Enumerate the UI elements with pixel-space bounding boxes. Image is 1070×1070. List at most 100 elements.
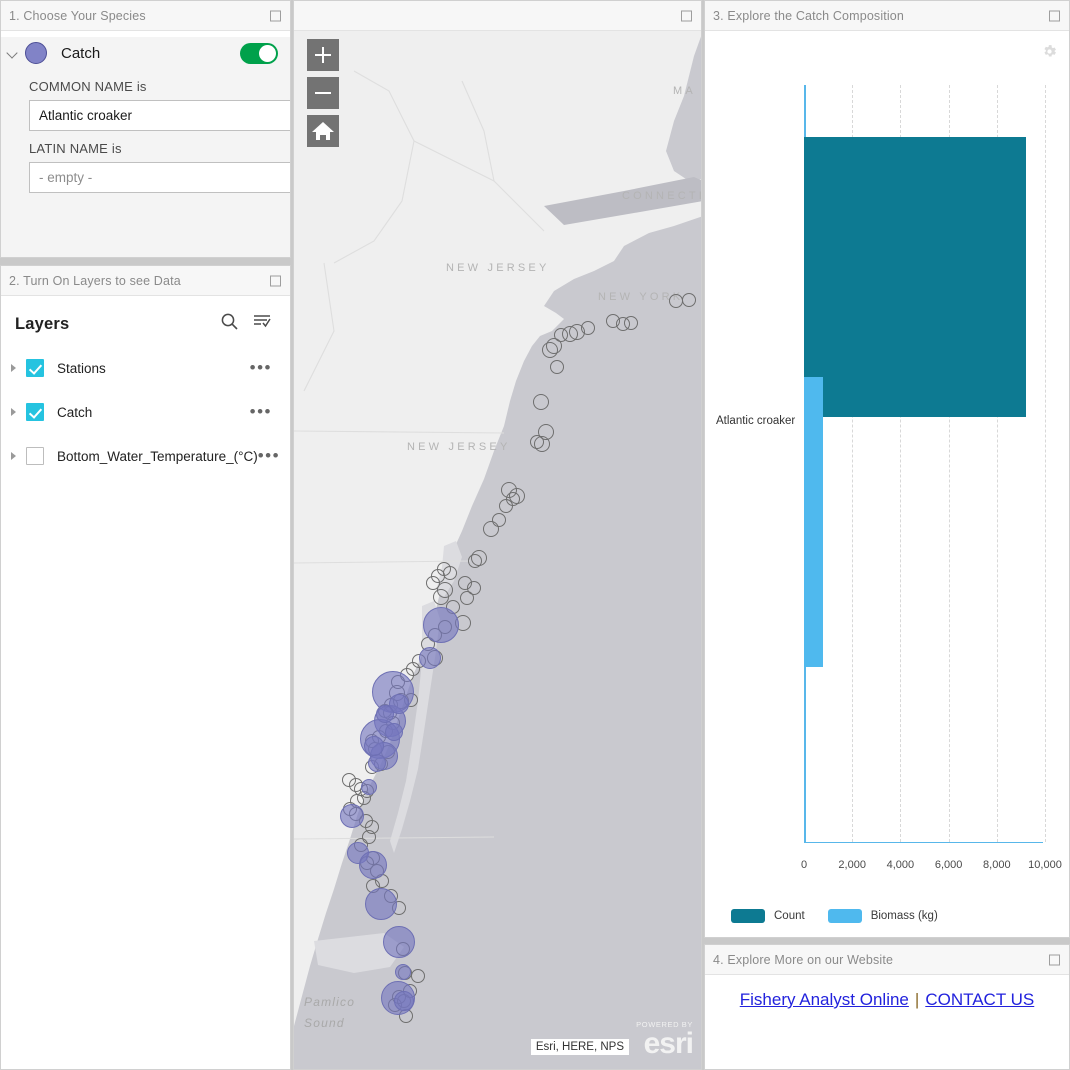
station-marker[interactable] <box>483 521 499 537</box>
catch-marker[interactable] <box>365 888 397 920</box>
catch-marker[interactable] <box>368 754 386 772</box>
catch-symbol-icon <box>25 42 47 64</box>
esri-wordmark: esri <box>636 1029 693 1059</box>
layer-label: Catch <box>57 404 250 421</box>
catch-composition-chart[interactable]: Atlantic croaker02,0004,0006,0008,00010,… <box>705 57 1069 875</box>
station-marker[interactable] <box>468 554 482 568</box>
layer-visibility-checkbox[interactable] <box>26 359 44 377</box>
catch-marker[interactable] <box>376 705 394 723</box>
station-marker[interactable] <box>669 294 683 308</box>
station-marker[interactable] <box>682 293 696 307</box>
station-marker[interactable] <box>530 435 544 449</box>
catch-marker[interactable] <box>419 647 441 669</box>
chart-x-axis <box>804 842 1043 844</box>
chevron-down-icon[interactable] <box>5 45 21 61</box>
layers-panel-title: 2. Turn On Layers to see Data <box>9 274 181 288</box>
layer-options-icon[interactable]: ••• <box>258 446 280 466</box>
catch-marker[interactable] <box>395 964 411 980</box>
map-canvas[interactable]: MACONNECTINEW JERSEYNEW YORKNEW JERSEYPa… <box>294 1 701 1069</box>
layer-row-stations[interactable]: Stations ••• <box>1 346 290 390</box>
layers-heading: Layers <box>15 315 220 334</box>
legend-label: Biomass (kg) <box>871 910 938 922</box>
web-app-root: 1. Choose Your Species Catch COMMON NAME… <box>0 0 1070 1070</box>
catch-marker[interactable] <box>364 736 384 756</box>
website-panel-body: Fishery Analyst Online|CONTACT US <box>705 975 1069 1069</box>
contact-us-link[interactable]: CONTACT US <box>925 990 1034 1009</box>
expand-triangle-icon[interactable] <box>11 452 18 460</box>
expand-triangle-icon[interactable] <box>11 408 18 416</box>
latin-name-label: LATIN NAME is <box>1 131 290 162</box>
layers-panel-header: 2. Turn On Layers to see Data <box>1 266 290 296</box>
catch-filter-row: Catch <box>1 37 290 69</box>
website-panel-header: 4. Explore More on our Website <box>705 945 1069 975</box>
chart-panel: 3. Explore the Catch Composition Atlanti… <box>704 0 1070 938</box>
layer-options-icon[interactable]: ••• <box>250 358 272 378</box>
layers-toolbar: Layers <box>1 296 290 346</box>
catch-marker[interactable] <box>383 926 415 958</box>
catch-marker[interactable] <box>423 607 459 643</box>
legend-item[interactable]: Biomass (kg) <box>828 909 938 923</box>
station-marker[interactable] <box>499 499 513 513</box>
layer-visibility-checkbox[interactable] <box>26 447 44 465</box>
layer-label: Stations <box>57 360 250 377</box>
legend-item[interactable]: Count <box>731 909 805 923</box>
map-zoom-controls <box>307 39 339 153</box>
legend-swatch <box>828 909 862 923</box>
species-expand-icon[interactable] <box>270 10 281 21</box>
website-links: Fishery Analyst Online|CONTACT US <box>740 987 1035 1012</box>
map-expand-icon[interactable] <box>681 10 692 21</box>
website-expand-icon[interactable] <box>1049 954 1060 965</box>
catch-marker[interactable] <box>340 804 364 828</box>
station-marker[interactable] <box>550 360 564 374</box>
species-panel-title: 1. Choose Your Species <box>9 9 146 23</box>
catch-marker[interactable] <box>361 779 377 795</box>
fishery-analyst-online-link[interactable]: Fishery Analyst Online <box>740 990 909 1009</box>
website-panel-title: 4. Explore More on our Website <box>713 953 893 967</box>
toggle-knob <box>259 45 276 62</box>
chart-x-tick-label: 2,000 <box>838 859 866 871</box>
catch-marker[interactable] <box>359 851 387 879</box>
layers-toolbar-icons <box>220 312 272 336</box>
station-marker[interactable] <box>542 342 558 358</box>
map-panel[interactable]: MACONNECTINEW JERSEYNEW YORKNEW JERSEYPa… <box>293 0 702 1070</box>
layer-visibility-checkbox[interactable] <box>26 403 44 421</box>
latin-name-input[interactable]: - empty - <box>29 162 291 193</box>
expand-triangle-icon[interactable] <box>11 364 18 372</box>
chart-x-tick-label: 10,000 <box>1028 859 1062 871</box>
search-icon[interactable] <box>220 312 239 336</box>
esri-logo: POWERED BY esri <box>636 1021 693 1060</box>
layers-expand-icon[interactable] <box>270 275 281 286</box>
filter-list-icon[interactable] <box>252 312 272 336</box>
chart-x-tick-label: 8,000 <box>983 859 1011 871</box>
catch-filter-toggle[interactable] <box>240 43 278 64</box>
chart-panel-title: 3. Explore the Catch Composition <box>713 9 904 23</box>
catch-group-label: Catch <box>61 45 240 62</box>
chart-bar[interactable] <box>804 377 823 667</box>
chart-x-tick-label: 4,000 <box>887 859 915 871</box>
common-name-input[interactable]: Atlantic croaker <box>29 100 291 131</box>
catch-marker[interactable] <box>394 991 414 1011</box>
map-panel-header <box>294 1 701 31</box>
chart-gridline <box>1045 85 1046 842</box>
zoom-in-button[interactable] <box>307 39 339 71</box>
catch-marker[interactable] <box>385 723 403 741</box>
chart-x-tick-label: 6,000 <box>935 859 963 871</box>
station-marker[interactable] <box>460 591 474 605</box>
link-separator: | <box>909 990 925 1009</box>
layer-row-catch[interactable]: Catch ••• <box>1 390 290 434</box>
website-panel: 4. Explore More on our Website Fishery A… <box>704 944 1070 1070</box>
home-icon[interactable] <box>307 115 339 147</box>
chart-expand-icon[interactable] <box>1049 10 1060 21</box>
layer-row-bottom-water-temperature[interactable]: Bottom_Water_Temperature_(°C) ••• <box>1 434 290 478</box>
chart-bar[interactable] <box>804 137 1026 417</box>
zoom-out-button[interactable] <box>307 77 339 109</box>
basemap-graphic <box>294 1 701 1069</box>
chart-legend: Count Biomass (kg) <box>731 909 950 923</box>
station-marker[interactable] <box>533 394 549 410</box>
layer-options-icon[interactable]: ••• <box>250 402 272 422</box>
station-marker[interactable] <box>606 314 620 328</box>
legend-label: Count <box>774 910 805 922</box>
station-marker[interactable] <box>411 969 425 983</box>
map-attribution: Esri, HERE, NPS <box>531 1039 629 1055</box>
layer-label: Bottom_Water_Temperature_(°C) <box>57 448 258 465</box>
